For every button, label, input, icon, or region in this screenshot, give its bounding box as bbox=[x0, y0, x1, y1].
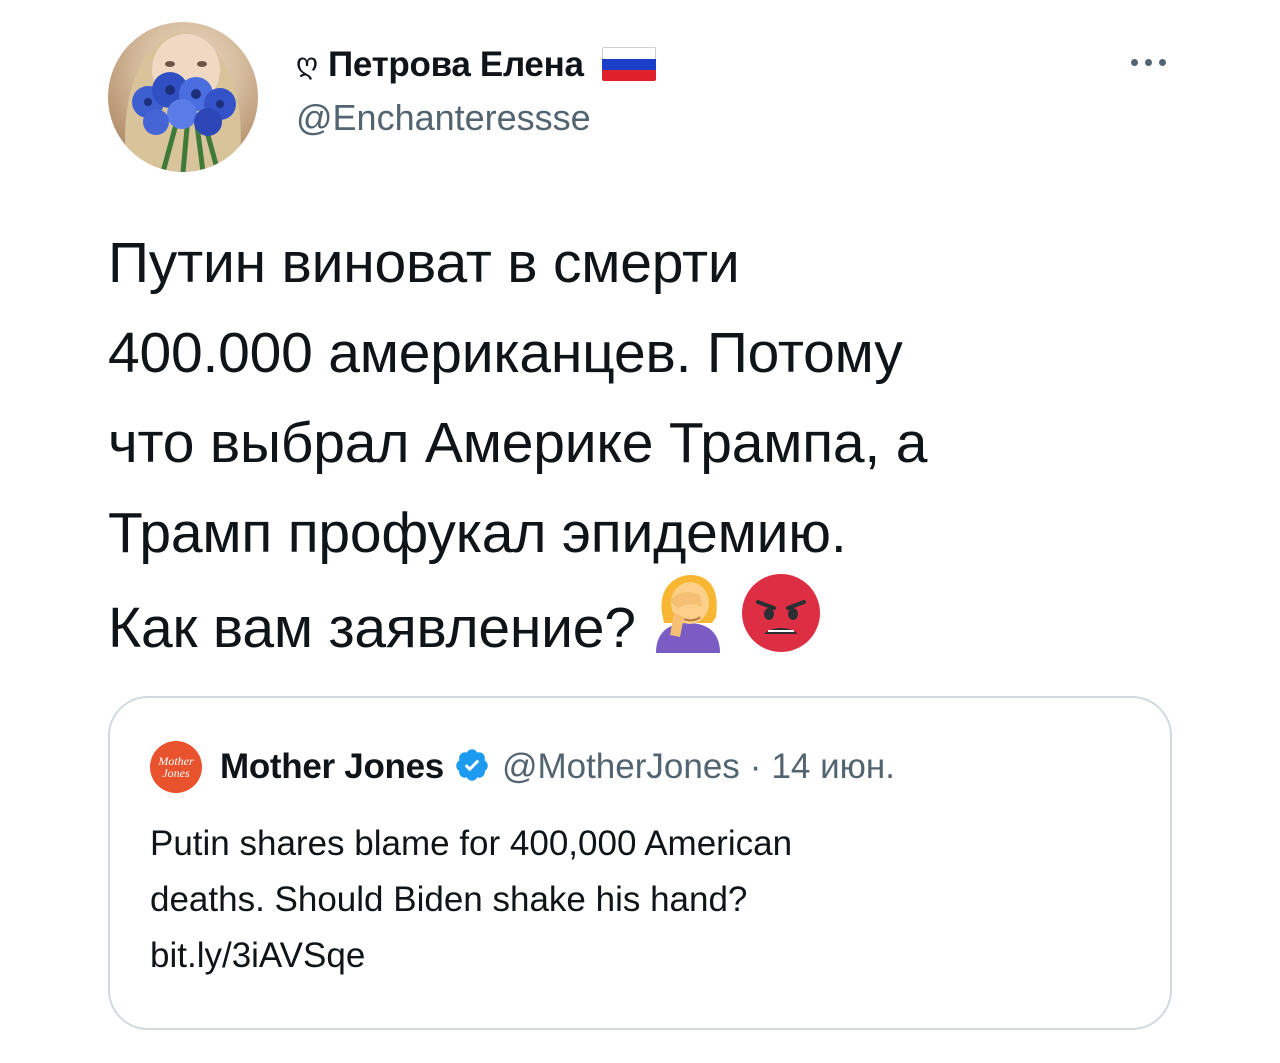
tweet-line: Трамп профукал эпидемию. bbox=[108, 501, 847, 565]
quote-avatar-word: Jones bbox=[162, 766, 190, 780]
quoted-tweet-card[interactable]: Mother Jones Mother Jones @MotherJones ·… bbox=[108, 696, 1172, 1030]
tweet-text: Путин виноват в смерти 400.000 американц… bbox=[108, 218, 1188, 686]
quoted-tweet-text: Putin shares blame for 400,000 American … bbox=[150, 816, 1130, 984]
verified-badge-icon bbox=[454, 747, 490, 788]
more-options-button[interactable] bbox=[1118, 50, 1178, 74]
quoted-tweet-header: Mother Jones Mother Jones @MotherJones ·… bbox=[150, 741, 895, 793]
woman-facepalming-emoji bbox=[650, 573, 726, 679]
quote-date[interactable]: 14 июн. bbox=[771, 747, 895, 787]
more-horizontal-icon bbox=[1130, 58, 1138, 66]
quote-line: Putin shares blame for 400,000 American bbox=[150, 824, 793, 863]
quote-author-avatar[interactable]: Mother Jones bbox=[150, 741, 202, 793]
tweet-line: 400.000 американцев. Потому bbox=[108, 321, 903, 385]
quote-line: deaths. Should Biden shake his hand? bbox=[150, 880, 748, 919]
author-name-row[interactable]: ღ Петрова Елена bbox=[296, 40, 656, 88]
quote-link[interactable]: bit.ly/3iAVSqe bbox=[150, 928, 1130, 984]
angry-face-emoji bbox=[740, 572, 822, 680]
name-ornament: ღ bbox=[296, 47, 319, 80]
more-dot bbox=[1144, 58, 1152, 66]
quote-author-name[interactable]: Mother Jones bbox=[220, 747, 444, 787]
meta-separator: · bbox=[749, 747, 762, 786]
tweet-line-last: Как вам заявление? bbox=[108, 574, 1188, 686]
woman-with-cornflowers-avatar bbox=[125, 32, 241, 172]
author-handle[interactable]: @Enchanteressse bbox=[296, 100, 591, 136]
tweet-line: Как вам заявление? bbox=[108, 596, 636, 661]
tweet-line: Путин виноват в смерти bbox=[108, 231, 740, 295]
russian-flag-icon bbox=[601, 47, 656, 81]
author-display-name[interactable]: Петрова Елена bbox=[328, 47, 584, 82]
more-dot bbox=[1158, 58, 1166, 66]
author-avatar[interactable] bbox=[108, 22, 258, 172]
quote-author-handle[interactable]: @MotherJones bbox=[502, 747, 740, 787]
tweet-line: что выбрал Америке Трампа, а bbox=[108, 411, 928, 475]
